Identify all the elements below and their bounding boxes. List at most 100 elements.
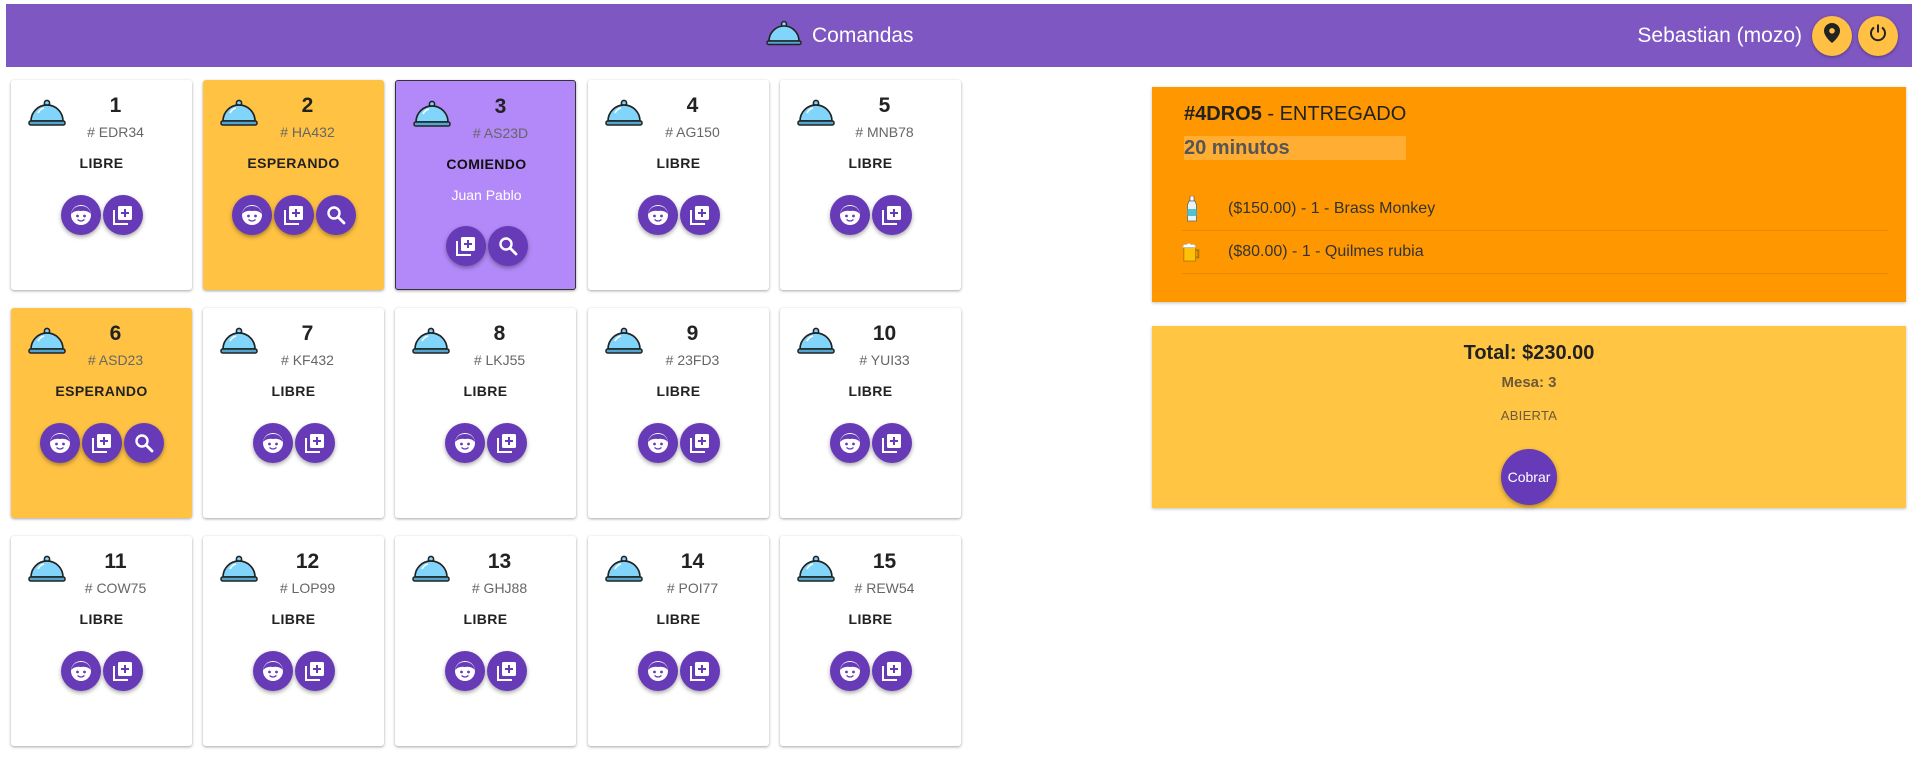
table-status: LIBRE	[848, 611, 893, 627]
table-number: 14	[680, 550, 705, 573]
assign-customer-button[interactable]	[60, 651, 101, 691]
assign-customer-button[interactable]	[637, 195, 678, 235]
order-status: ENTREGADO	[1279, 103, 1407, 125]
add-order-button[interactable]	[445, 226, 486, 266]
table-status: LIBRE	[79, 155, 124, 171]
location-button[interactable]	[1812, 15, 1852, 56]
logout-button[interactable]	[1858, 15, 1898, 56]
table-code: # HA432	[280, 124, 335, 140]
table-status: LIBRE	[79, 611, 124, 627]
table-card[interactable]: 9 # 23FD3 LIBRE	[588, 308, 769, 518]
app-title: Comandas	[812, 23, 914, 47]
cloche-icon	[413, 99, 451, 134]
add-order-button[interactable]	[273, 195, 314, 235]
table-number: 8	[493, 322, 506, 345]
add-order-button[interactable]	[102, 195, 143, 235]
table-code: # EDR34	[87, 124, 144, 140]
table-status: LIBRE	[271, 611, 316, 627]
assign-customer-button[interactable]	[637, 423, 678, 463]
table-number: 4	[686, 94, 699, 117]
table-status: LIBRE	[848, 383, 893, 399]
user-name: Sebastian (mozo)	[1637, 23, 1802, 47]
table-actions	[780, 195, 961, 235]
location-pin-icon	[1824, 23, 1840, 48]
face-icon	[70, 204, 92, 226]
table-number: 10	[872, 322, 897, 345]
cloche-icon	[28, 554, 66, 589]
add-order-button[interactable]	[102, 651, 143, 691]
charge-button[interactable]: Cobrar	[1501, 449, 1557, 505]
table-number: 7	[301, 322, 314, 345]
add-order-button[interactable]	[871, 195, 912, 235]
face-icon	[647, 432, 669, 454]
add-order-button[interactable]	[679, 195, 720, 235]
cloche-icon	[412, 326, 450, 361]
table-status: LIBRE	[656, 611, 701, 627]
table-card[interactable]: 1 # EDR34 LIBRE	[11, 80, 192, 290]
add-order-button[interactable]	[486, 651, 527, 691]
add-order-button[interactable]	[81, 423, 122, 463]
table-number: 3	[494, 95, 507, 118]
table-card[interactable]: 5 # MNB78 LIBRE	[780, 80, 961, 290]
order-id: #4DRO5	[1184, 103, 1262, 125]
add-order-button[interactable]	[294, 423, 335, 463]
table-code: # REW54	[854, 580, 915, 596]
face-icon	[241, 204, 263, 226]
library-add-icon	[689, 660, 711, 682]
add-order-button[interactable]	[679, 423, 720, 463]
assign-customer-button[interactable]	[444, 651, 485, 691]
table-actions	[203, 651, 384, 691]
order-panel: #4DRO5 - ENTREGADO 20 minutos ($150.00) …	[1152, 87, 1906, 302]
add-order-button[interactable]	[871, 423, 912, 463]
view-order-button[interactable]	[315, 195, 356, 235]
add-order-button[interactable]	[486, 423, 527, 463]
assign-customer-button[interactable]	[444, 423, 485, 463]
assign-customer-button[interactable]	[637, 651, 678, 691]
table-actions	[11, 423, 192, 463]
table-card[interactable]: 3 # AS23D COMIENDO Juan Pablo	[395, 80, 576, 290]
library-add-icon	[112, 204, 134, 226]
assign-customer-button[interactable]	[829, 195, 870, 235]
order-item: ($80.00) - 1 - Quilmes rubia	[1182, 231, 1888, 274]
assign-customer-button[interactable]	[60, 195, 101, 235]
table-card[interactable]: 12 # LOP99 LIBRE	[203, 536, 384, 746]
add-order-button[interactable]	[871, 651, 912, 691]
table-status: LIBRE	[848, 155, 893, 171]
order-item-text: ($150.00) - 1 - Brass Monkey	[1228, 200, 1436, 217]
library-add-icon	[91, 432, 113, 454]
order-header: #4DRO5 - ENTREGADO	[1184, 103, 1406, 126]
table-card[interactable]: 15 # REW54 LIBRE	[780, 536, 961, 746]
library-add-icon	[689, 204, 711, 226]
table-card[interactable]: 2 # HA432 ESPERANDO	[203, 80, 384, 290]
assign-customer-button[interactable]	[252, 423, 293, 463]
table-actions	[203, 195, 384, 235]
table-card[interactable]: 6 # ASD23 ESPERANDO	[11, 308, 192, 518]
view-order-button[interactable]	[123, 423, 164, 463]
table-number: 5	[878, 94, 891, 117]
assign-customer-button[interactable]	[39, 423, 80, 463]
table-card[interactable]: 7 # KF432 LIBRE	[203, 308, 384, 518]
table-card[interactable]: 11 # COW75 LIBRE	[11, 536, 192, 746]
table-card[interactable]: 13 # GHJ88 LIBRE	[395, 536, 576, 746]
assign-customer-button[interactable]	[252, 651, 293, 691]
table-card[interactable]: 10 # YUI33 LIBRE	[780, 308, 961, 518]
add-order-button[interactable]	[679, 651, 720, 691]
table-code: # MNB78	[855, 124, 914, 140]
add-order-button[interactable]	[294, 651, 335, 691]
table-card[interactable]: 14 # POI77 LIBRE	[588, 536, 769, 746]
assign-customer-button[interactable]	[829, 651, 870, 691]
table-number: 13	[487, 550, 512, 573]
table-actions	[588, 195, 769, 235]
assign-customer-button[interactable]	[829, 423, 870, 463]
user-area: Sebastian (mozo)	[1637, 4, 1898, 67]
face-icon	[839, 432, 861, 454]
view-order-button[interactable]	[487, 226, 528, 266]
table-card[interactable]: 4 # AG150 LIBRE	[588, 80, 769, 290]
library-add-icon	[496, 660, 518, 682]
table-number: 1	[109, 94, 122, 117]
assign-customer-button[interactable]	[231, 195, 272, 235]
table-actions	[396, 226, 577, 266]
table-card[interactable]: 8 # LKJ55 LIBRE	[395, 308, 576, 518]
table-code: # AG150	[665, 124, 720, 140]
face-icon	[454, 660, 476, 682]
